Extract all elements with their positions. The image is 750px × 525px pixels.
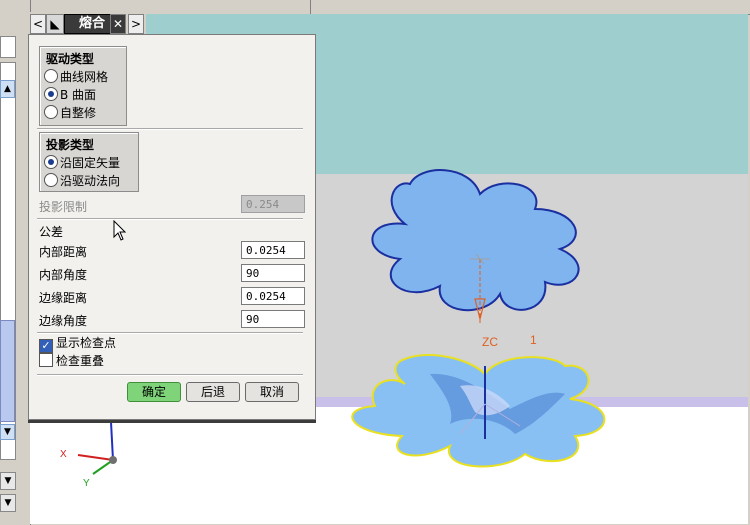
back-button[interactable]: 后退 xyxy=(186,382,240,402)
drive-type-group: 驱动类型 曲线网格 B 曲面 自整修 xyxy=(39,46,127,126)
scrollbar-thumb[interactable] xyxy=(0,320,15,422)
tab-next-button[interactable]: > xyxy=(128,14,144,34)
radio-button[interactable] xyxy=(44,155,58,169)
checkmark-icon[interactable]: ✓ xyxy=(39,339,53,353)
projection-option-fixed-vector[interactable]: 沿固定矢量 xyxy=(44,155,120,171)
inner-angle-label: 内部角度 xyxy=(39,268,88,282)
inner-distance-label: 内部距离 xyxy=(39,245,88,259)
edge-angle-label: 边缘角度 xyxy=(39,314,88,328)
top-toolbar-strip xyxy=(140,0,750,15)
triad-y-label: Y xyxy=(83,478,90,489)
radio-button[interactable] xyxy=(44,87,58,101)
toolbar-divider xyxy=(310,0,311,14)
marker-label: 1 xyxy=(530,333,537,347)
projection-limit-field: 0.254 xyxy=(241,195,305,213)
mouse-cursor-icon xyxy=(113,220,127,241)
divider xyxy=(37,218,303,220)
chevron-down-icon[interactable]: ▼ xyxy=(0,494,16,512)
radio-button[interactable] xyxy=(44,69,58,83)
radio-button[interactable] xyxy=(44,105,58,119)
dialog-tab-strip: < ◣ 熔合 ✕ > xyxy=(28,12,146,34)
fusion-dialog: 驱动类型 曲线网格 B 曲面 自整修 投影类型 沿固定矢量 沿驱动法向 投影限制… xyxy=(28,34,316,420)
divider xyxy=(37,374,303,376)
edge-angle-field[interactable]: 90 xyxy=(241,310,305,328)
projection-limit-label: 投影限制 xyxy=(39,200,88,214)
drive-option-b-surface[interactable]: B 曲面 xyxy=(44,87,96,103)
left-panel-strip: ▲ ▼ ▼ ▼ xyxy=(0,0,31,525)
edge-distance-label: 边缘距离 xyxy=(39,291,88,305)
show-check-points-checkbox[interactable]: ✓ 显示检查点 xyxy=(39,335,116,353)
radio-button[interactable] xyxy=(44,173,58,187)
drive-option-curve-mesh[interactable]: 曲线网格 xyxy=(44,69,108,85)
scroll-down-icon[interactable]: ▼ xyxy=(0,424,15,440)
inner-angle-field[interactable]: 90 xyxy=(241,264,305,282)
projection-type-title: 投影类型 xyxy=(46,138,95,152)
check-overlap-checkbox[interactable]: 检查重叠 xyxy=(39,353,104,369)
projection-option-drive-normal[interactable]: 沿驱动法向 xyxy=(44,173,120,189)
triad-origin xyxy=(109,456,117,464)
tab-prev-button[interactable]: < xyxy=(30,14,46,34)
drive-type-title: 驱动类型 xyxy=(46,52,95,66)
chevron-down-icon[interactable]: ▼ xyxy=(0,472,16,490)
edge-distance-field[interactable]: 0.0254 xyxy=(241,287,305,305)
divider xyxy=(37,332,303,334)
drive-option-self-trim[interactable]: 自整修 xyxy=(44,105,96,121)
checkbox-box[interactable] xyxy=(39,353,53,367)
cancel-button[interactable]: 取消 xyxy=(245,382,299,402)
projection-type-group: 投影类型 沿固定矢量 沿驱动法向 xyxy=(39,132,139,192)
zc-label: ZC xyxy=(482,335,498,349)
left-panel-field[interactable] xyxy=(0,36,16,58)
close-icon[interactable]: ✕ xyxy=(110,14,126,34)
tolerance-label: 公差 xyxy=(39,225,64,239)
triad-x-label: X xyxy=(60,449,67,460)
ok-button[interactable]: 确定 xyxy=(127,382,181,402)
dialog-tool-icon: ◣ xyxy=(46,14,64,34)
divider xyxy=(37,128,303,130)
inner-distance-field[interactable]: 0.0254 xyxy=(241,241,305,259)
scroll-up-icon[interactable]: ▲ xyxy=(0,80,15,98)
